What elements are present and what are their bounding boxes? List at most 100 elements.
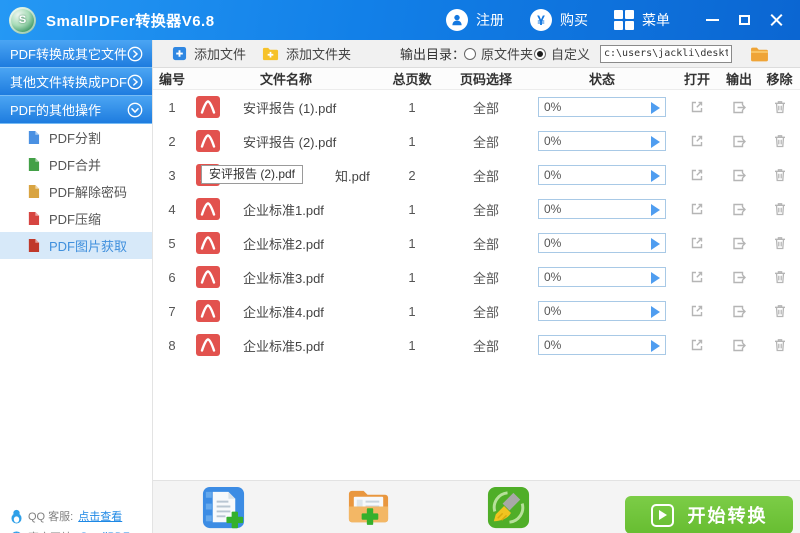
pdf-file-icon [196, 300, 220, 322]
progress-value: 0% [544, 304, 562, 318]
add-file-button[interactable]: 添加文件 [172, 40, 246, 67]
row-play-icon[interactable] [651, 136, 660, 148]
open-file-icon[interactable] [689, 269, 705, 285]
file-icon [27, 157, 40, 172]
remove-file-icon[interactable] [772, 337, 788, 353]
output-file-icon[interactable] [731, 337, 747, 353]
play-icon [650, 503, 674, 527]
row-play-icon[interactable] [651, 204, 660, 216]
remove-file-icon[interactable] [772, 269, 788, 285]
progress-value: 0% [544, 134, 562, 148]
table-row: 6 企业标准3.pdf 1 全部 0% [153, 260, 800, 294]
sidebar-item-pdf-remove-password[interactable]: PDF解除密码 [0, 178, 152, 205]
minimize-button[interactable] [696, 5, 728, 35]
open-file-icon[interactable] [689, 337, 705, 353]
output-file-icon[interactable] [731, 167, 747, 183]
menu-button[interactable]: 菜单 [614, 10, 670, 30]
row-play-icon[interactable] [651, 102, 660, 114]
maximize-button[interactable] [728, 5, 760, 35]
row-play-icon[interactable] [651, 340, 660, 352]
title-bar: S SmallPDFer转换器V6.8 注册 ¥ 购买 菜单 [0, 0, 800, 40]
file-name: 安评报告 (1).pdf [243, 100, 337, 116]
page-range-select[interactable]: 全部 [443, 234, 529, 253]
remove-file-icon[interactable] [772, 167, 788, 183]
sidebar-item-pdf-split[interactable]: PDF分割 [0, 124, 152, 151]
row-play-icon[interactable] [651, 306, 660, 318]
progress-bar: 0% [538, 97, 666, 117]
file-name: 安评报告 (2).pdf [243, 134, 337, 150]
output-path-input[interactable] [600, 44, 732, 63]
table-row: 8 企业标准5.pdf 1 全部 0% [153, 328, 800, 362]
pdf-file-icon [196, 334, 220, 356]
sidebar-item-pdf-merge[interactable]: PDF合并 [0, 151, 152, 178]
remove-file-icon[interactable] [772, 133, 788, 149]
row-play-icon[interactable] [651, 272, 660, 284]
open-file-icon[interactable] [689, 303, 705, 319]
progress-bar: 0% [538, 233, 666, 253]
page-count: 1 [408, 133, 416, 149]
output-file-icon[interactable] [731, 133, 747, 149]
add-file-big-icon[interactable] [200, 484, 247, 531]
row-number: 8 [168, 337, 176, 353]
page-range-select[interactable]: 全部 [443, 132, 529, 151]
radio-custom-folder[interactable]: 自定义 [534, 40, 590, 67]
add-folder-button[interactable]: 添加文件夹 [262, 40, 351, 67]
page-count: 1 [408, 303, 416, 319]
remove-file-icon[interactable] [772, 99, 788, 115]
open-file-icon[interactable] [689, 167, 705, 183]
page-count: 1 [408, 337, 416, 353]
register-button[interactable]: 注册 [446, 9, 504, 31]
row-number: 2 [168, 133, 176, 149]
header-file-name: 文件名称 [259, 72, 312, 87]
output-file-icon[interactable] [731, 303, 747, 319]
output-file-icon[interactable] [731, 99, 747, 115]
row-play-icon[interactable] [651, 170, 660, 182]
sidebar-group-pdf-other-ops[interactable]: PDF的其他操作 [0, 96, 152, 124]
add-folder-icon [262, 46, 279, 61]
open-file-icon[interactable] [689, 133, 705, 149]
output-file-icon[interactable] [731, 269, 747, 285]
remove-file-icon[interactable] [772, 235, 788, 251]
row-number: 7 [168, 303, 176, 319]
open-file-icon[interactable] [689, 201, 705, 217]
open-file-icon[interactable] [689, 99, 705, 115]
open-file-icon[interactable] [689, 235, 705, 251]
close-button[interactable] [760, 5, 792, 35]
remove-file-icon[interactable] [772, 303, 788, 319]
browse-folder-button[interactable] [750, 40, 769, 67]
add-folder-big-icon[interactable] [345, 484, 392, 531]
sidebar-group-other-to-pdf[interactable]: 其他文件转换成PDF [0, 68, 152, 96]
header-output: 输出 [725, 72, 752, 87]
table-row: 2 安评报告 (2).pdf 1 全部 0% [153, 124, 800, 158]
clear-list-icon[interactable] [485, 484, 532, 531]
header-open: 打开 [683, 72, 710, 87]
sidebar-item-pdf-compress[interactable]: PDF压缩 [0, 205, 152, 232]
qq-service-link[interactable]: 点击查看 [78, 508, 122, 524]
remove-file-icon[interactable] [772, 201, 788, 217]
sidebar-group-pdf-to-other[interactable]: PDF转换成其它文件 [0, 40, 152, 68]
page-count: 1 [408, 235, 416, 251]
output-file-icon[interactable] [731, 201, 747, 217]
page-range-select[interactable]: 全部 [443, 268, 529, 287]
file-name: 企业标准3.pdf [243, 270, 324, 286]
page-count: 1 [408, 201, 416, 217]
page-range-select[interactable]: 全部 [443, 302, 529, 321]
radio-original-folder[interactable]: 原文件夹 [464, 40, 533, 67]
page-range-select[interactable]: 全部 [443, 166, 529, 185]
page-count: 2 [408, 167, 416, 183]
progress-value: 0% [544, 236, 562, 250]
row-play-icon[interactable] [651, 238, 660, 250]
register-person-icon [446, 9, 468, 31]
page-range-select[interactable]: 全部 [443, 336, 529, 355]
progress-bar: 0% [538, 267, 666, 287]
row-number: 6 [168, 269, 176, 285]
sidebar-item-pdf-image-extract[interactable]: PDF图片获取 [0, 232, 152, 259]
output-file-icon[interactable] [731, 235, 747, 251]
progress-value: 0% [544, 338, 562, 352]
page-range-select[interactable]: 全部 [443, 200, 529, 219]
page-range-select[interactable]: 全部 [443, 98, 529, 117]
start-convert-button[interactable]: 开始转换 [625, 496, 793, 533]
toolbar: 添加文件 添加文件夹 输出目录： 原文件夹 自定义 [153, 40, 800, 68]
progress-bar: 0% [538, 335, 666, 355]
buy-button[interactable]: ¥ 购买 [530, 9, 588, 31]
